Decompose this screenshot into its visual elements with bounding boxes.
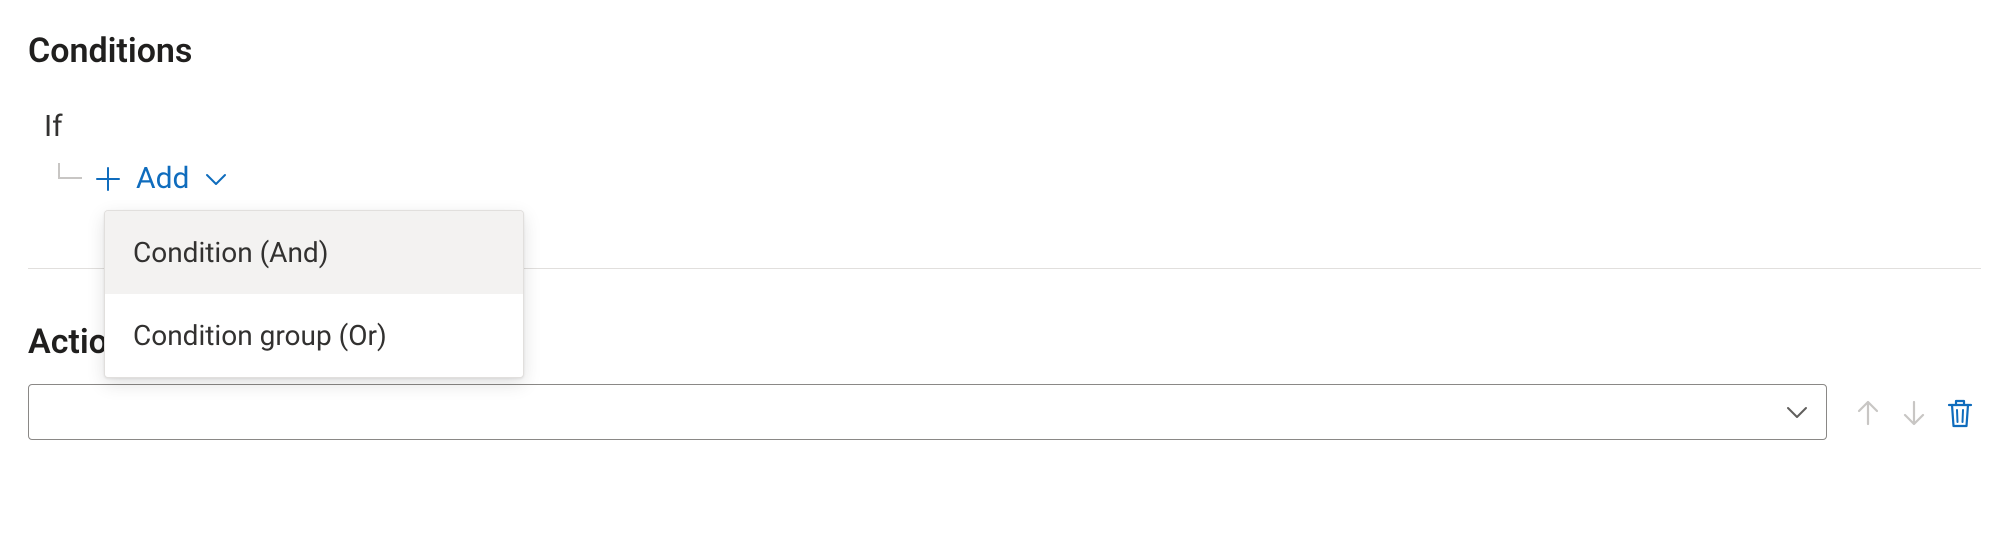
plus-icon — [94, 165, 122, 193]
actions-row — [28, 384, 1981, 440]
add-condition-button[interactable]: Add — [94, 158, 229, 200]
conditions-section: Conditions If Add — [28, 28, 1981, 200]
add-condition-label: Add — [136, 158, 189, 200]
conditions-body: If Add Condition (And) — [28, 106, 1981, 200]
move-up-button[interactable] — [1847, 392, 1889, 434]
menu-item-condition-and[interactable]: Condition (And) — [105, 211, 523, 294]
tree-connector-icon — [58, 169, 86, 189]
menu-item-condition-group-or[interactable]: Condition group (Or) — [105, 294, 523, 377]
action-controls — [1847, 384, 1981, 434]
conditions-heading: Conditions — [28, 28, 1981, 76]
add-condition-row: Add Condition (And) Condition group (Or) — [44, 158, 1981, 200]
add-condition-menu: Condition (And) Condition group (Or) — [104, 210, 524, 378]
chevron-down-icon — [203, 166, 229, 192]
action-select-dropdown[interactable] — [28, 384, 1827, 440]
chevron-down-icon — [1784, 399, 1810, 425]
delete-action-button[interactable] — [1939, 392, 1981, 434]
if-label: If — [44, 106, 1981, 148]
move-down-button[interactable] — [1893, 392, 1935, 434]
